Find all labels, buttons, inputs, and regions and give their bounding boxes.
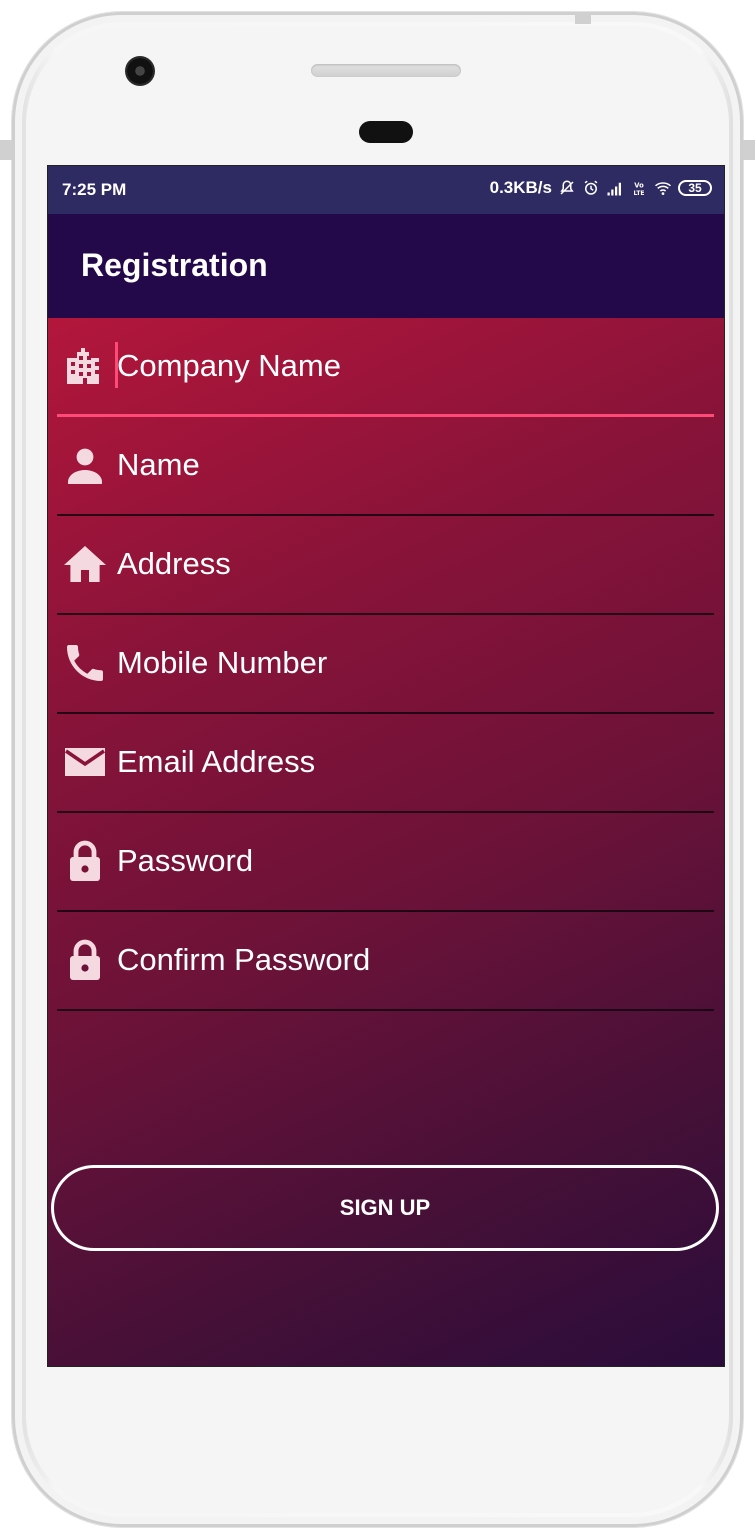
address-input[interactable] (117, 538, 697, 590)
signal-icon (607, 182, 621, 196)
mobile-number-field[interactable] (57, 615, 714, 714)
email-input[interactable] (117, 736, 697, 788)
name-input[interactable] (117, 439, 697, 491)
battery-icon: 35 (678, 180, 712, 196)
sign-up-button[interactable]: SIGN UP (51, 1165, 719, 1251)
status-icons: 0.3KB/s Vo LTE 35 (490, 178, 712, 198)
alarm-icon (584, 180, 598, 195)
company-building-icon (67, 348, 99, 384)
earpiece-speaker (311, 64, 461, 77)
phone-screen: 7:25 PM 0.3KB/s Vo LTE 35 Registration C… (48, 166, 724, 1366)
email-field[interactable] (57, 714, 714, 813)
password-field[interactable] (57, 813, 714, 912)
svg-text:Vo: Vo (634, 181, 644, 189)
proximity-sensor (359, 121, 413, 143)
lock-icon (70, 939, 100, 980)
confirm-password-input[interactable] (117, 934, 697, 986)
person-icon (68, 448, 102, 484)
app-bar: Registration (48, 214, 724, 318)
front-camera (125, 56, 155, 86)
wifi-icon (654, 182, 672, 195)
phone-side-button (0, 140, 12, 160)
page-title: Registration (81, 247, 268, 283)
status-bar: 7:25 PM 0.3KB/s Vo LTE 35 (48, 166, 724, 214)
notifications-off-icon (560, 180, 574, 195)
password-input[interactable] (117, 835, 697, 887)
mail-icon (64, 748, 106, 776)
company-name-field[interactable] (57, 318, 714, 417)
address-field[interactable] (57, 516, 714, 615)
phone-side-button (575, 12, 591, 24)
svg-text:LTE: LTE (633, 190, 644, 197)
net-speed: 0.3KB/s (489, 178, 552, 197)
lock-icon (70, 840, 100, 881)
confirm-password-field[interactable] (57, 912, 714, 1011)
home-icon (64, 546, 106, 582)
registration-form: SIGN UP (48, 318, 724, 1366)
volte-icon: Vo LTE (633, 181, 644, 197)
phone-icon (67, 645, 103, 681)
status-time: 7:25 PM (62, 180, 127, 199)
name-field[interactable] (57, 417, 714, 516)
phone-side-button (743, 140, 755, 160)
company-name-input[interactable] (117, 340, 697, 392)
mobile-number-input[interactable] (117, 637, 697, 689)
